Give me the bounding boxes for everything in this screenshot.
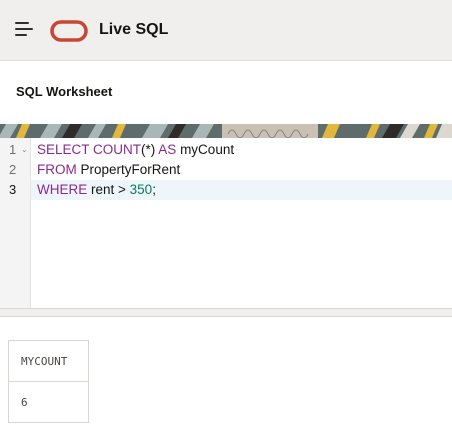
top-bar: Live SQL: [0, 0, 452, 61]
code-token: PropertyForRent: [76, 162, 181, 177]
results-table: MYCOUNT 6: [8, 340, 89, 423]
fold-chevron-icon[interactable]: ⌄: [21, 145, 28, 155]
pane-splitter[interactable]: [0, 308, 452, 317]
oracle-logo[interactable]: [50, 20, 88, 42]
hamburger-menu-icon[interactable]: [15, 22, 35, 38]
results-pane: MYCOUNT 6: [0, 317, 452, 429]
table-cell[interactable]: 6: [8, 381, 89, 423]
worksheet-header: SQL Worksheet: [0, 61, 452, 124]
code-token: WHERE: [37, 182, 88, 197]
worksheet-title: SQL Worksheet: [16, 84, 113, 99]
decorative-banner: [0, 124, 452, 138]
sql-editor[interactable]: 1 ⌄ 2 3 SELECT COUNT(*) AS myCount FROM …: [0, 138, 452, 308]
code-line-active[interactable]: WHERE rent > 350;: [31, 180, 452, 200]
code-token: SELECT COUNT: [37, 142, 142, 157]
code-token: myCount: [176, 142, 235, 157]
line-number: 2: [9, 162, 17, 177]
code-token: (*): [141, 142, 159, 157]
code-token: AS: [158, 142, 177, 157]
code-line[interactable]: SELECT COUNT(*) AS myCount: [31, 140, 452, 160]
line-number-gutter: 1 ⌄ 2 3: [0, 138, 31, 308]
code-token: FROM: [37, 162, 77, 177]
table-row: 6: [8, 381, 89, 423]
code-token: ;: [152, 182, 156, 197]
line-number: 3: [9, 182, 17, 197]
code-token: rent >: [87, 182, 130, 197]
column-header-mycount[interactable]: MYCOUNT: [8, 340, 89, 382]
code-token: 350: [129, 182, 153, 197]
app-title: Live SQL: [99, 21, 169, 38]
code-line[interactable]: FROM PropertyForRent: [31, 160, 452, 180]
